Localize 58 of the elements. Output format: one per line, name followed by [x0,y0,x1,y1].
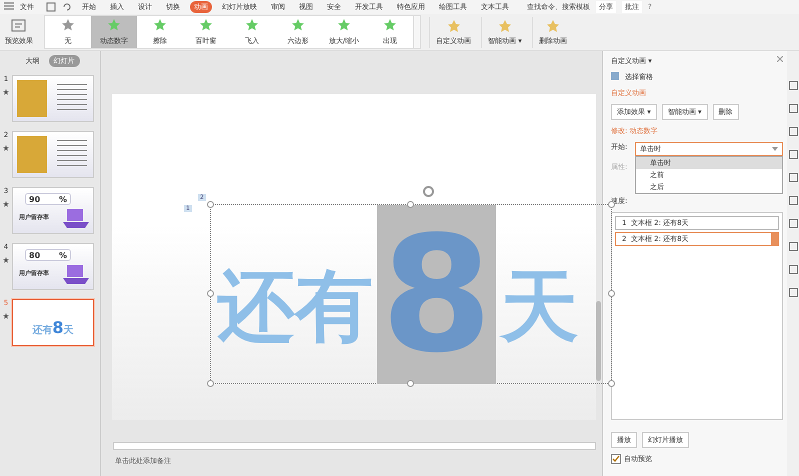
resize-handle[interactable] [207,290,214,297]
slide-thumbnail[interactable]: 还有8天 [12,299,94,346]
save-icon[interactable] [46,2,56,12]
caret-icon [772,147,778,151]
checkbox[interactable] [611,454,621,464]
sidebar-tool-icon[interactable] [788,104,798,113]
animation-star-icon [3,201,9,207]
resize-handle[interactable] [207,201,214,208]
photo-placeholder [17,80,47,117]
star-icon [153,18,167,32]
menu-icon[interactable] [4,2,14,12]
slide-text: 天 [500,268,578,346]
star-icon [383,18,397,32]
star-icon [496,18,513,32]
gallery-scrollbar[interactable] [413,16,420,48]
percent-sign: % [58,194,67,204]
preview-icon [11,18,27,32]
close-icon[interactable] [777,56,783,62]
percent-sign: % [58,250,67,260]
sidebar-tool-icon[interactable] [788,265,798,274]
star-icon [446,18,462,32]
slide-thumbnail[interactable] [12,75,94,122]
sidebar-tool-icon[interactable] [788,242,798,251]
sidebar-tool-icon[interactable] [788,288,798,297]
resize-handle[interactable] [407,380,414,387]
resize-handle[interactable] [207,380,214,387]
animation-star-icon [3,257,9,263]
star-icon [107,18,121,32]
percent-value: 90 [29,194,40,204]
laptop-icon [63,207,89,229]
animation-star-icon [3,145,9,151]
photo-placeholder [17,136,47,173]
slide-thumbnail[interactable] [12,131,94,178]
selection-pane-icon[interactable] [611,72,621,82]
animation-star-icon [3,89,9,95]
sidebar-tool-icon[interactable] [788,219,798,228]
animation-star-icon [3,313,9,319]
laptop-icon [63,263,89,285]
star-icon [337,18,351,32]
countdown-text: 还有8天 [32,318,74,337]
slide-text: 还有 [217,268,373,346]
sidebar-tool-icon[interactable] [788,173,798,182]
rotate-handle[interactable] [423,186,434,197]
scrollbar[interactable] [596,301,601,381]
sidebar-tool-icon[interactable] [788,81,798,90]
star-icon [61,18,75,32]
sidebar-tool-icon[interactable] [788,150,798,159]
animated-digit: 8 [377,205,496,384]
star-icon [245,18,259,32]
resize-handle[interactable] [407,201,414,208]
scrollbar[interactable] [113,442,596,450]
percent-value: 80 [29,250,40,260]
star-icon [291,18,305,32]
sidebar-tool-icon[interactable] [788,127,798,136]
star-icon [199,18,213,32]
sidebar-tool-icon[interactable] [788,196,798,205]
star-icon [544,18,561,32]
undo-icon[interactable] [62,2,72,12]
